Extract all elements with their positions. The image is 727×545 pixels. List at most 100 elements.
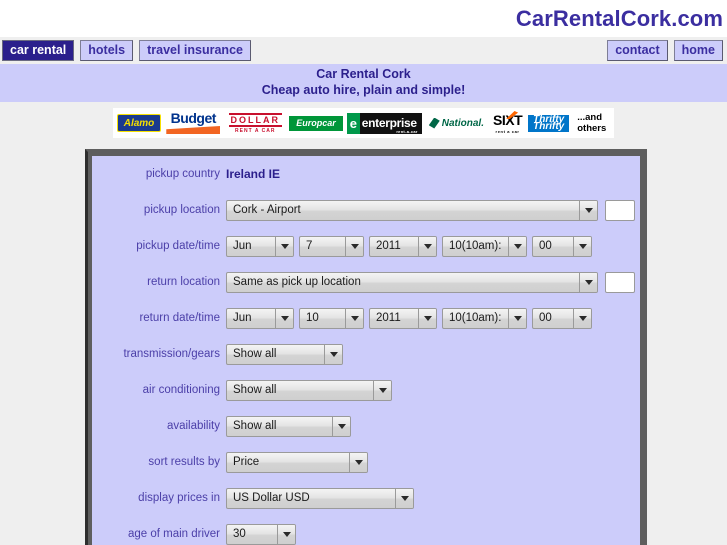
enterprise-logo: e enterprise rent-a-car — [346, 112, 422, 134]
label-pickup-datetime: pickup date/time — [136, 240, 220, 252]
label-display-prices: display prices in — [138, 492, 220, 504]
select-return-location-value: Same as pick up location — [233, 275, 361, 288]
chevron-down-icon — [579, 200, 597, 220]
select-return-month-value: Jun — [233, 311, 252, 324]
row-transmission: transmission/gears Show all — [92, 336, 640, 372]
select-pickup-month-value: Jun — [233, 239, 252, 252]
select-display-currency-value: US Dollar USD — [233, 491, 310, 504]
select-pickup-minute-value: 00 — [539, 239, 552, 252]
nav-link-contact[interactable]: contact — [607, 40, 668, 61]
and-others-label: ...and others — [573, 111, 611, 135]
thrifty-logo-text-2: Thrifty — [533, 121, 565, 132]
sixt-logo-text: SIXT — [493, 112, 523, 128]
select-return-hour[interactable]: 10(10am): — [442, 307, 527, 329]
chevron-down-icon — [275, 236, 293, 256]
sixt-logo: SIXT rent a car — [491, 111, 525, 135]
select-driver-age-value: 30 — [233, 527, 246, 540]
chevron-down-icon — [349, 452, 367, 472]
select-transmission-value: Show all — [233, 347, 277, 360]
page-root: CarRentalCork.com car rental hotels trav… — [0, 0, 727, 545]
input-return-location-extra[interactable] — [605, 271, 635, 293]
select-return-year-value: 2011 — [376, 311, 401, 324]
select-pickup-month[interactable]: Jun — [226, 235, 294, 257]
select-driver-age[interactable]: 30 — [226, 523, 296, 545]
nav-tab-car-rental[interactable]: car rental — [2, 40, 75, 61]
row-return-datetime: return date/time Jun 10 2011 10(10am): 0… — [92, 300, 640, 336]
chevron-down-icon — [508, 308, 526, 328]
select-air-conditioning[interactable]: Show all — [226, 379, 392, 401]
tagline-line-2: Cheap auto hire, plain and simple! — [261, 83, 466, 97]
select-pickup-minute[interactable]: 00 — [532, 235, 592, 257]
select-display-currency[interactable]: US Dollar USD — [226, 487, 414, 509]
nav-tab-travel-insurance[interactable]: travel insurance — [139, 40, 251, 61]
select-return-minute[interactable]: 00 — [532, 307, 592, 329]
budget-swoosh-icon — [166, 126, 221, 134]
europcar-logo: Europcar — [289, 115, 343, 131]
row-sort-results: sort results by Price — [92, 444, 640, 480]
select-return-year[interactable]: 2011 — [369, 307, 437, 329]
select-pickup-day-value: 7 — [306, 239, 313, 252]
select-return-day-value: 10 — [306, 311, 319, 324]
select-sort-results-value: Price — [233, 455, 260, 468]
select-pickup-day[interactable]: 7 — [299, 235, 364, 257]
booking-form-frame: pickup country Ireland IE pickup locatio… — [85, 149, 647, 545]
select-pickup-year[interactable]: 2011 — [369, 235, 437, 257]
chevron-down-icon — [573, 236, 591, 256]
budget-logo-text: Budget — [170, 111, 217, 126]
chevron-down-icon — [275, 308, 293, 328]
label-transmission: transmission/gears — [123, 348, 220, 360]
dollar-logo-text: DOLLAR — [228, 112, 283, 127]
row-display-prices: display prices in US Dollar USD — [92, 480, 640, 516]
select-pickup-location[interactable]: Cork - Airport — [226, 199, 598, 221]
input-pickup-location-extra[interactable] — [605, 199, 635, 221]
label-return-location: return location — [147, 276, 220, 288]
row-driver-age: age of main driver 30 — [92, 516, 640, 545]
thrifty-logo: Thrifty Thrifty — [528, 114, 570, 132]
site-tagline: Car Rental Cork Cheap auto hire, plain a… — [0, 64, 727, 102]
nav-right-group: contact home — [607, 40, 725, 61]
nav-left-group: car rental hotels travel insurance — [2, 40, 251, 61]
national-logo-text: National. — [441, 117, 484, 129]
chevron-down-icon — [395, 488, 413, 508]
national-mark-icon — [428, 117, 440, 129]
label-pickup-country: pickup country — [145, 168, 220, 180]
booking-form-panel: pickup country Ireland IE pickup locatio… — [92, 156, 640, 545]
site-title-bar: CarRentalCork.com — [0, 0, 727, 37]
label-driver-age: age of main driver — [127, 528, 220, 540]
select-return-month[interactable]: Jun — [226, 307, 294, 329]
budget-logo: Budget — [165, 111, 222, 135]
chevron-down-icon — [418, 236, 436, 256]
nav-tab-hotels[interactable]: hotels — [80, 40, 134, 61]
site-logo-text: CarRentalCork.com — [515, 5, 723, 31]
select-sort-results[interactable]: Price — [226, 451, 368, 473]
alamo-logo: Alamo — [116, 114, 162, 132]
select-return-location[interactable]: Same as pick up location — [226, 271, 598, 293]
label-availability: availability — [166, 420, 220, 432]
chevron-down-icon — [508, 236, 526, 256]
chevron-down-icon — [573, 308, 591, 328]
select-pickup-hour[interactable]: 10(10am): — [442, 235, 527, 257]
dollar-logo: DOLLAR RENT A CAR — [225, 112, 286, 134]
select-availability-value: Show all — [233, 419, 277, 432]
chevron-down-icon — [579, 272, 597, 292]
dollar-logo-sub: RENT A CAR — [235, 127, 276, 134]
sixt-logo-sub: rent a car — [495, 129, 520, 134]
select-return-hour-value: 10(10am): — [449, 311, 502, 324]
nav-link-home[interactable]: home — [673, 40, 723, 61]
chevron-down-icon — [332, 416, 350, 436]
tagline-line-1: Car Rental Cork — [316, 67, 411, 81]
select-return-day[interactable]: 10 — [299, 307, 364, 329]
label-air-conditioning: air conditioning — [142, 384, 220, 396]
row-air-conditioning: air conditioning Show all — [92, 372, 640, 408]
chevron-down-icon — [345, 236, 363, 256]
enterprise-logo-sub: rent-a-car — [396, 128, 418, 134]
chevron-down-icon — [345, 308, 363, 328]
select-transmission[interactable]: Show all — [226, 343, 343, 365]
value-pickup-country: Ireland IE — [226, 167, 281, 181]
national-logo: National. — [425, 111, 487, 135]
label-return-datetime: return date/time — [139, 312, 220, 324]
enterprise-e-icon: e — [346, 112, 360, 134]
select-pickup-year-value: 2011 — [376, 239, 401, 252]
chevron-down-icon — [373, 380, 391, 400]
select-availability[interactable]: Show all — [226, 415, 351, 437]
